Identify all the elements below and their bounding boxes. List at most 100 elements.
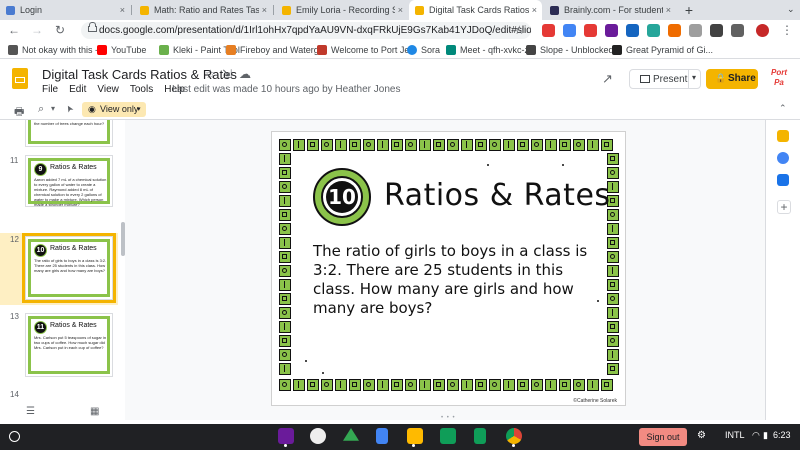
zoom-icon[interactable]: ⌕ <box>38 103 44 116</box>
settings-gear-icon[interactable]: ⚙ <box>697 430 706 441</box>
present-button[interactable]: Present ▾ <box>629 69 701 89</box>
bookmark-item[interactable]: Slope - Unblocked... <box>526 42 621 57</box>
speaker-notes-grip[interactable]: • • • <box>441 415 456 421</box>
classroom-icon[interactable] <box>440 428 456 444</box>
sheets-icon[interactable] <box>474 428 486 444</box>
bookmark-item[interactable]: Meet - qfh-xvkc-zyt <box>446 42 536 57</box>
last-edit-link[interactable]: Last edit was made 10 hours ago by Heath… <box>172 84 400 95</box>
input-method-label[interactable]: INTL <box>725 430 745 440</box>
tab-recording-sheet[interactable]: Emily Loria - Recording Sheet × <box>276 0 408 20</box>
tab-brainly[interactable]: Brainly.com - For students. By × <box>544 0 676 20</box>
bookmark-item[interactable]: Sora <box>407 42 440 57</box>
star-icon[interactable]: ☆ <box>205 67 216 81</box>
slide-thumbnail-selected[interactable]: 10 Ratios & Rates The ratio of girls to … <box>22 233 116 303</box>
new-tab-button[interactable]: + <box>679 0 699 20</box>
camera-icon[interactable] <box>310 428 326 444</box>
current-slide[interactable]: 10 Ratios & Rates The ratio of girls to … <box>271 131 626 406</box>
more-menu-icon[interactable]: ⋮ <box>781 23 793 38</box>
close-icon[interactable]: × <box>398 5 403 15</box>
border-tile <box>607 223 619 235</box>
border-tile <box>405 379 417 391</box>
tab-login[interactable]: Login × <box>0 0 130 20</box>
thumbnail-text: The ratio of girls to boys in a class is… <box>34 258 107 273</box>
profile-avatar[interactable] <box>756 24 769 37</box>
add-on-plus-icon[interactable]: + <box>777 200 791 214</box>
slides-app-icon[interactable] <box>407 428 423 444</box>
close-icon[interactable]: × <box>666 5 671 15</box>
extension-icon[interactable] <box>668 24 681 37</box>
grid-view-icon[interactable]: ▦ <box>90 406 99 417</box>
lock-icon[interactable] <box>88 22 97 32</box>
extension-icon[interactable] <box>584 24 597 37</box>
border-tile <box>489 139 501 151</box>
chevron-down-icon[interactable]: ▾ <box>51 104 55 113</box>
bookmark-item[interactable]: Great Pyramid of Gi... <box>612 42 713 57</box>
decorative-dot <box>305 360 307 362</box>
bookmark-item[interactable]: Welcome to Port Je... <box>317 42 417 57</box>
close-icon[interactable]: × <box>262 5 267 15</box>
docs-icon[interactable] <box>376 428 388 444</box>
bookmark-item[interactable]: Not okay with this -... <box>8 42 106 57</box>
bookmark-favicon-icon <box>226 44 236 55</box>
slide-thumbnail[interactable]: 11 Ratios & Rates Mrs. Carlson put 5 tea… <box>25 313 113 377</box>
clock-time[interactable]: 6:23 <box>773 430 791 440</box>
border-tile <box>607 251 619 263</box>
slides-logo-icon[interactable] <box>12 68 28 89</box>
launcher-icon[interactable] <box>9 431 20 442</box>
screencastify-icon[interactable] <box>278 428 294 444</box>
border-tile <box>503 139 515 151</box>
tab-math-ratio[interactable]: Math: Ratio and Rates Task Ca × <box>134 0 272 20</box>
back-button[interactable]: ← <box>8 23 20 38</box>
sign-out-button[interactable]: Sign out <box>639 428 687 446</box>
share-button[interactable]: 🔒 Share <box>706 69 758 89</box>
extension-icon[interactable] <box>710 24 723 37</box>
slide-thumbnail[interactable]: the number of trees change each hour? <box>25 120 113 147</box>
keep-icon[interactable] <box>777 130 789 142</box>
reload-button[interactable]: ↻ <box>55 23 65 38</box>
bookmark-favicon-icon <box>407 44 417 55</box>
account-avatar[interactable]: Port Pa <box>768 68 790 90</box>
close-icon[interactable]: × <box>120 5 125 15</box>
menu-view[interactable]: View <box>97 84 119 95</box>
chrome-icon[interactable] <box>506 428 522 444</box>
list-view-icon[interactable]: ☰ <box>26 406 35 417</box>
extension-icon[interactable] <box>647 24 660 37</box>
bookmark-label: YouTube <box>111 44 147 55</box>
slide-thumbnail[interactable]: 9 Ratios & Rates Aaron added 7 mL of a c… <box>25 155 113 207</box>
bookmark-item[interactable]: YouTube <box>97 42 146 57</box>
cloud-status-icon[interactable]: ☁ <box>239 67 251 81</box>
border-tile <box>607 349 619 361</box>
extension-icon[interactable] <box>542 24 555 37</box>
slide-number: 11 <box>10 156 19 165</box>
tab-search-dropdown-icon[interactable]: ⌄ <box>787 4 795 15</box>
tasks-icon[interactable] <box>777 152 789 164</box>
calendar-icon[interactable] <box>777 174 789 186</box>
view-only-button[interactable]: ◉ View only ▾ <box>82 102 146 117</box>
extension-icon[interactable] <box>689 24 702 37</box>
chevron-down-icon[interactable]: ▾ <box>692 73 696 82</box>
border-tile <box>545 379 557 391</box>
activity-dashboard-icon[interactable]: ↗ <box>602 71 613 87</box>
extension-icon[interactable] <box>563 24 576 37</box>
chevron-up-icon[interactable]: ⌃ <box>779 103 787 114</box>
close-icon[interactable]: × <box>532 5 537 15</box>
menu-file[interactable]: File <box>42 84 58 95</box>
border-tile <box>587 379 599 391</box>
border-tile <box>279 223 291 235</box>
bookmark-star-icon[interactable]: ☆ <box>514 23 525 38</box>
extension-icon[interactable] <box>626 24 639 37</box>
present-label: Present <box>653 74 688 85</box>
extension-icon[interactable] <box>605 24 618 37</box>
battery-icon[interactable]: ▮ <box>763 430 768 441</box>
border-tile <box>279 209 291 221</box>
tab-digital-task-cards[interactable]: Digital Task Cards Ratios & Ra × <box>409 0 542 20</box>
bookmark-item[interactable]: Fireboy and Waterg... <box>226 42 326 57</box>
border-tile <box>419 139 431 151</box>
address-bar[interactable]: docs.google.com/presentation/d/1Irl1ohHx… <box>81 22 531 39</box>
forward-button[interactable]: → <box>31 23 43 38</box>
menu-tools[interactable]: Tools <box>130 84 153 95</box>
wifi-icon[interactable]: ◠ <box>752 430 760 441</box>
puzzle-icon[interactable] <box>731 24 744 37</box>
move-to-folder-icon[interactable]: ⇲ <box>222 67 232 81</box>
menu-edit[interactable]: Edit <box>69 84 86 95</box>
